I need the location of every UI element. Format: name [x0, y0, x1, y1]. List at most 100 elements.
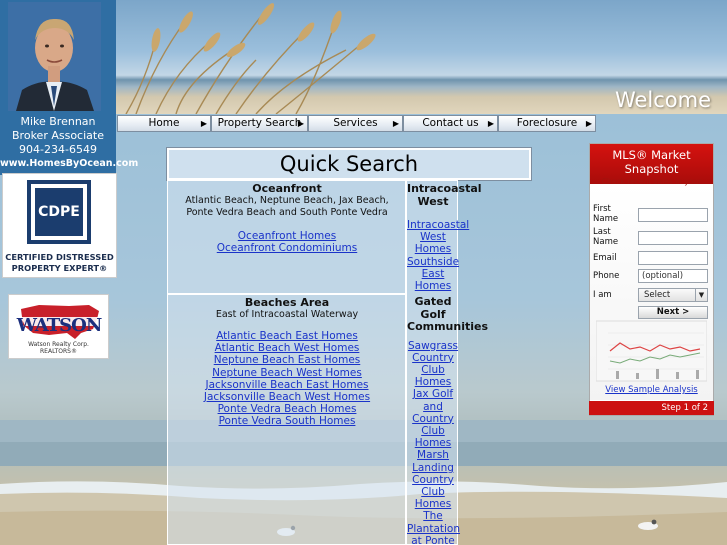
- link-marsh-landing-country-club[interactable]: Landing: [407, 462, 459, 474]
- arrow-right-icon: ▶: [297, 119, 304, 128]
- link-jacksonville-beach-east[interactable]: Jacksonville Beach East Homes: [169, 379, 405, 391]
- cdpe-logo-text: CDPE: [35, 188, 83, 236]
- beaches-sub: East of Intracoastal Waterway: [215, 309, 359, 320]
- link-sawgrass-country-club[interactable]: Club: [407, 364, 459, 376]
- nav-services[interactable]: Services ▶: [308, 115, 403, 132]
- link-atlantic-beach-west[interactable]: Atlantic Beach West Homes: [169, 342, 405, 354]
- nav-services-label: Services: [333, 117, 378, 129]
- beaches-section: Beaches Area East of Intracoastal Waterw…: [169, 296, 405, 428]
- phone-label: Phone: [593, 271, 620, 281]
- link-plantation-ponte-vedra[interactable]: The: [407, 510, 459, 522]
- first-name-label-line1: First: [593, 204, 611, 214]
- nav-contact-us[interactable]: Contact us ▶: [403, 115, 498, 132]
- header-banner: Welcome: [116, 0, 727, 114]
- link-intracoastal-west-homes[interactable]: Homes: [407, 243, 459, 255]
- market-chart-thumbnail: [596, 320, 707, 382]
- first-name-label-line2: Name: [593, 214, 619, 224]
- link-ponte-vedra-beach[interactable]: Ponte Vedra Beach Homes: [169, 403, 405, 415]
- watson-logo[interactable]: WATSON Watson Realty Corp. REALTORS®: [8, 294, 109, 359]
- agent-title: Broker Associate: [12, 129, 104, 142]
- phone-input[interactable]: (optional): [638, 269, 708, 283]
- email-label: Email: [593, 253, 617, 263]
- view-sample-analysis-link[interactable]: View Sample Analysis: [590, 385, 713, 395]
- nav-foreclosure[interactable]: Foreclosure ▶: [498, 115, 596, 132]
- cdpe-tagline-line2: PROPERTY EXPERT®: [11, 263, 108, 273]
- link-jax-golf-country-club[interactable]: Jax Golf: [407, 388, 459, 400]
- nav-home-label: Home: [148, 117, 180, 129]
- golf-heading-line1: Gated: [414, 295, 452, 308]
- link-jax-golf-country-club[interactable]: and: [407, 401, 459, 413]
- link-jax-golf-country-club[interactable]: Country: [407, 413, 459, 425]
- agent-photo: [8, 2, 101, 111]
- link-oceanfront-condominiums[interactable]: Oceanfront Condominiums: [169, 242, 405, 254]
- iam-label: I am: [593, 290, 612, 300]
- agent-info: Mike Brennan Broker Associate 904-234-65…: [0, 114, 138, 175]
- oceanfront-heading: Oceanfront: [252, 182, 322, 195]
- first-name-input[interactable]: [638, 208, 708, 222]
- agent-phone: 904-234-6549: [19, 143, 97, 156]
- email-input[interactable]: [638, 251, 708, 265]
- link-sawgrass-country-club[interactable]: Sawgrass: [407, 340, 459, 352]
- cdpe-tagline: CERTIFIED DISTRESSED PROPERTY EXPERT®: [5, 252, 114, 274]
- link-marsh-landing-country-club[interactable]: Club: [407, 486, 459, 498]
- iam-select-value: Select: [644, 290, 671, 300]
- chevron-down-icon: ▼: [695, 289, 707, 301]
- iam-select[interactable]: Select ▼: [638, 288, 708, 302]
- link-jax-golf-country-club[interactable]: Club: [407, 425, 459, 437]
- link-southside-east-homes[interactable]: Southside: [407, 256, 459, 268]
- mls-title-line1: MLS® Market: [612, 148, 691, 162]
- link-jax-golf-country-club[interactable]: Homes: [407, 437, 459, 449]
- link-southside-east-homes[interactable]: East: [407, 268, 459, 280]
- golf-heading-line3: Communities: [407, 320, 489, 333]
- nav-property-search-label: Property Search: [217, 117, 302, 129]
- link-intracoastal-west-homes[interactable]: Intracoastal: [407, 219, 469, 231]
- arrow-right-icon: ▶: [200, 119, 207, 128]
- oceanfront-sub-line2: Ponte Vedra Beach and South Ponte Vedra: [186, 207, 388, 218]
- link-marsh-landing-country-club[interactable]: Homes: [407, 498, 459, 510]
- link-ponte-vedra-south[interactable]: Ponte Vedra South Homes: [169, 415, 405, 427]
- link-atlantic-beach-east[interactable]: Atlantic Beach East Homes: [169, 330, 405, 342]
- last-name-label-line1: Last: [593, 227, 611, 237]
- cdpe-tagline-line1: CERTIFIED DISTRESSED: [5, 252, 114, 262]
- last-name-label-line2: Name: [593, 237, 619, 247]
- link-oceanfront-homes[interactable]: Oceanfront Homes: [169, 230, 405, 242]
- arrow-right-icon: ▶: [392, 119, 399, 128]
- quick-search-title: Quick Search: [166, 147, 532, 181]
- mls-title-line2: Snapshot: [624, 162, 679, 176]
- link-plantation-ponte-vedra[interactable]: at Ponte: [407, 535, 459, 545]
- link-intracoastal-west-homes[interactable]: West: [407, 231, 459, 243]
- nav-contact-us-label: Contact us: [422, 117, 479, 129]
- arrow-right-icon: ▶: [585, 119, 592, 128]
- cdpe-badge[interactable]: CDPE CERTIFIED DISTRESSED PROPERTY EXPER…: [2, 173, 117, 278]
- nav-home[interactable]: Home ▶: [117, 115, 211, 132]
- link-neptune-beach-east[interactable]: Neptune Beach East Homes: [169, 354, 405, 366]
- oceanfront-section: Oceanfront Atlantic Beach, Neptune Beach…: [169, 182, 405, 254]
- oceanfront-sub-line1: Atlantic Beach, Neptune Beach, Jax Beach…: [185, 195, 389, 206]
- intracoastal-heading-line1: Intracoastal: [407, 182, 482, 195]
- last-name-input[interactable]: [638, 231, 708, 245]
- link-marsh-landing-country-club[interactable]: Marsh: [407, 449, 459, 461]
- link-neptune-beach-west[interactable]: Neptune Beach West Homes: [169, 367, 405, 379]
- mls-step-indicator: Step 1 of 2: [589, 401, 714, 415]
- nav-foreclosure-label: Foreclosure: [516, 117, 578, 129]
- cdpe-logo: CDPE: [27, 180, 91, 244]
- first-name-label: First Name: [593, 204, 627, 224]
- agent-photo-panel: [0, 0, 117, 114]
- intracoastal-section: Intracoastal West Intracoastal West Home…: [407, 182, 482, 292]
- welcome-heading: Welcome: [614, 88, 711, 112]
- watson-wordmark: WATSON: [16, 315, 103, 336]
- arrow-right-icon: ▶: [487, 119, 494, 128]
- next-button[interactable]: Next >: [638, 306, 708, 319]
- watson-subtext: Watson Realty Corp. REALTORS®: [28, 341, 89, 355]
- link-sawgrass-country-club[interactable]: Homes: [407, 376, 459, 388]
- link-plantation-ponte-vedra[interactable]: Plantation: [407, 523, 460, 535]
- gated-golf-section: Gated Golf Communities Sawgrass Country …: [407, 295, 489, 545]
- link-marsh-landing-country-club[interactable]: Country: [407, 474, 459, 486]
- link-jacksonville-beach-west[interactable]: Jacksonville Beach West Homes: [169, 391, 405, 403]
- agent-website[interactable]: www.HomesByOcean.com: [0, 157, 138, 171]
- nav-property-search[interactable]: Property Search ▶: [211, 115, 308, 132]
- mls-subtitle: Check recent sales in your: [601, 177, 702, 186]
- link-sawgrass-country-club[interactable]: Country: [407, 352, 459, 364]
- link-southside-east-homes[interactable]: Homes: [407, 280, 459, 292]
- intracoastal-heading-line2: West: [417, 194, 449, 208]
